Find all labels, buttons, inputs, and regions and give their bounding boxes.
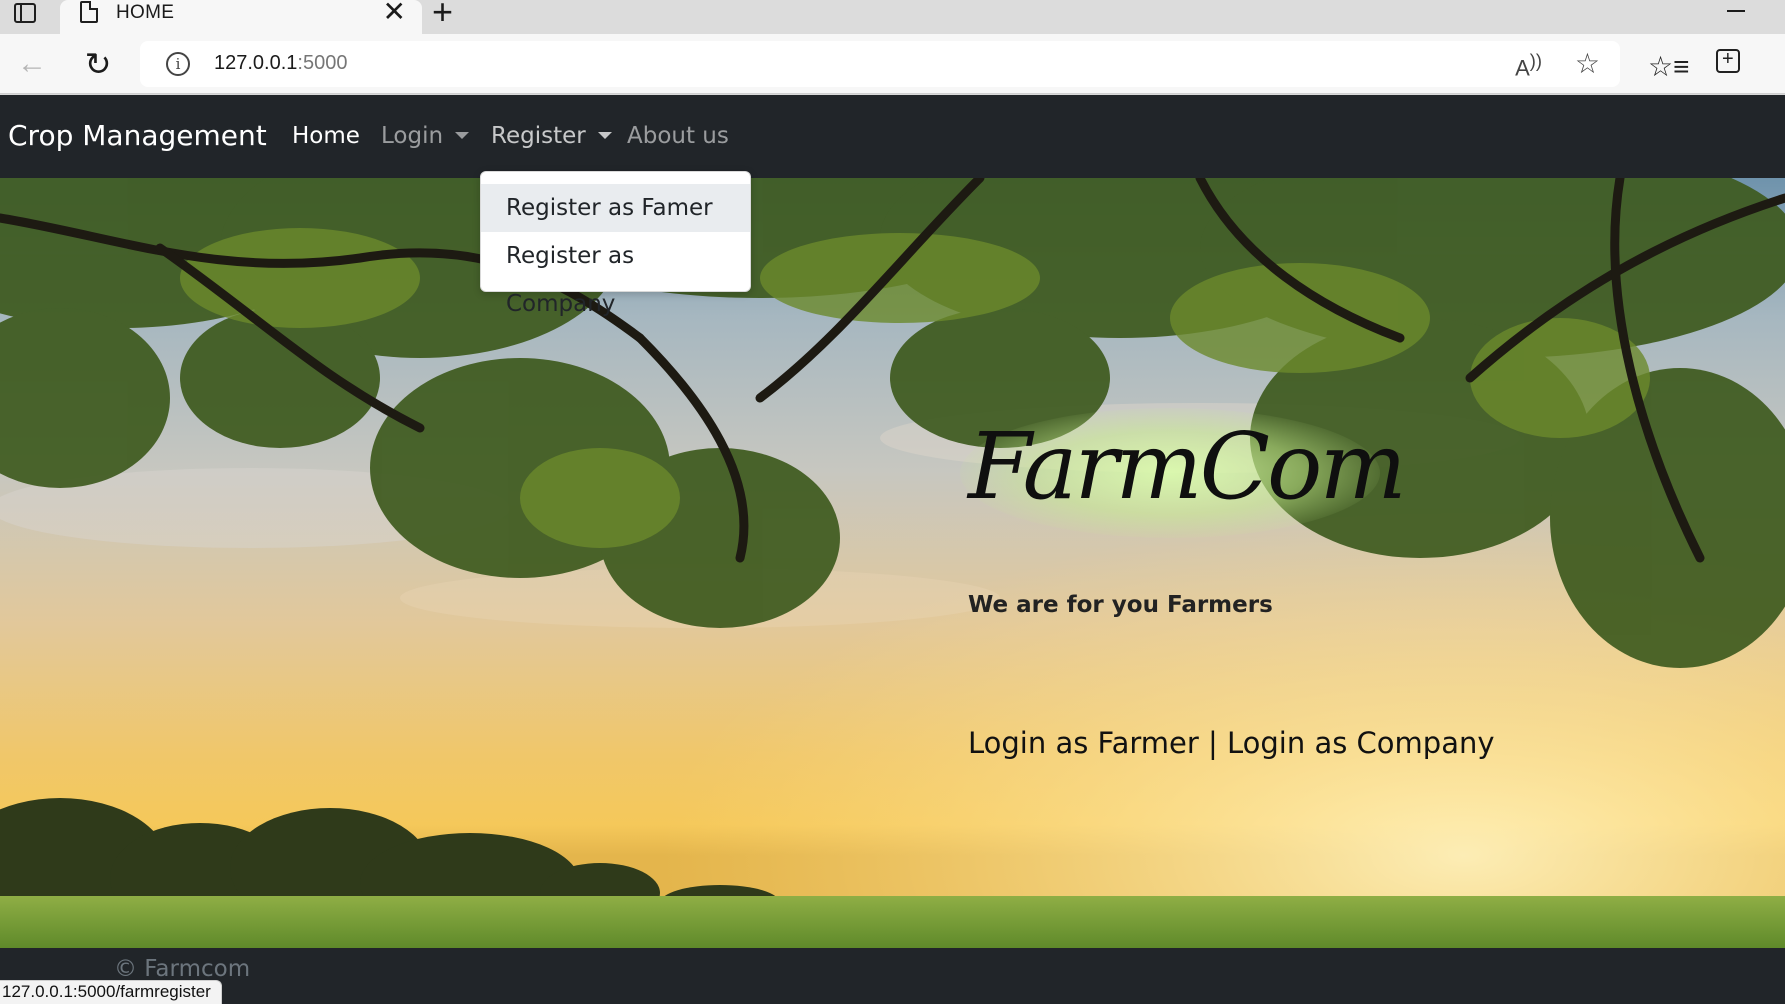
favorites-icon[interactable]: ☆≡: [1648, 50, 1689, 83]
register-company-item[interactable]: Register as Company: [481, 232, 750, 317]
footer: © Farmcom: [0, 948, 1785, 1004]
nav-home[interactable]: Home: [292, 123, 360, 149]
nav-register-label: Register: [491, 123, 586, 149]
nav-login[interactable]: Login: [381, 123, 470, 149]
hero-background-image: [0, 178, 1785, 948]
tab-strip: HOME ✕ +: [0, 0, 1785, 34]
navbar: Crop Management Home Login Register Abou…: [0, 95, 1785, 178]
tab-title: HOME: [116, 2, 175, 23]
collections-icon[interactable]: [1716, 48, 1740, 73]
nav-login-label: Login: [381, 123, 444, 149]
close-icon[interactable]: ✕: [383, 0, 406, 26]
login-farmer-link[interactable]: Login as Farmer: [968, 726, 1199, 760]
footer-copyright: © Farmcom: [114, 956, 251, 982]
link-separator: |: [1198, 726, 1227, 760]
register-farmer-item[interactable]: Register as Famer: [481, 184, 750, 232]
new-tab-button[interactable]: +: [432, 0, 453, 30]
browser-tab[interactable]: HOME ✕: [60, 0, 422, 34]
login-company-link[interactable]: Login as Company: [1227, 726, 1495, 760]
back-icon[interactable]: ←: [12, 44, 52, 84]
address-bar: ← ↻ i 127.0.0.1:5000 A)) ☆ ☆≡: [0, 34, 1785, 94]
nav-register[interactable]: Register: [491, 123, 612, 149]
login-links: Login as Farmer | Login as Company: [968, 726, 1495, 760]
status-bar-url: 127.0.0.1:5000/farmregister: [0, 980, 222, 1004]
caret-down-icon: [597, 132, 612, 139]
info-icon[interactable]: i: [166, 52, 190, 76]
url-input[interactable]: i 127.0.0.1:5000 A)) ☆: [140, 41, 1620, 87]
register-dropdown-menu: Register as Famer Register as Company: [480, 171, 751, 317]
farmcom-logo: FarmCom: [968, 413, 1407, 520]
url-port: :5000: [297, 52, 348, 74]
brand-link[interactable]: Crop Management: [8, 119, 267, 152]
tagline: We are for you Farmers: [968, 592, 1273, 618]
url-host: 127.0.0.1: [214, 52, 298, 74]
nav-about[interactable]: About us: [627, 123, 729, 149]
add-favorite-icon[interactable]: ☆: [1575, 47, 1600, 80]
web-page: Crop Management Home Login Register Abou…: [0, 95, 1785, 1004]
read-aloud-icon[interactable]: A)): [1515, 50, 1542, 81]
reload-icon[interactable]: ↻: [78, 44, 118, 84]
minimize-button[interactable]: [1727, 10, 1745, 12]
caret-down-icon: [455, 132, 470, 139]
page-icon: [80, 1, 98, 23]
url-text[interactable]: 127.0.0.1:5000: [214, 52, 347, 75]
tab-actions-icon[interactable]: [14, 3, 36, 23]
hero-banner: FarmCom We are for you Farmers Login as …: [0, 178, 1785, 948]
